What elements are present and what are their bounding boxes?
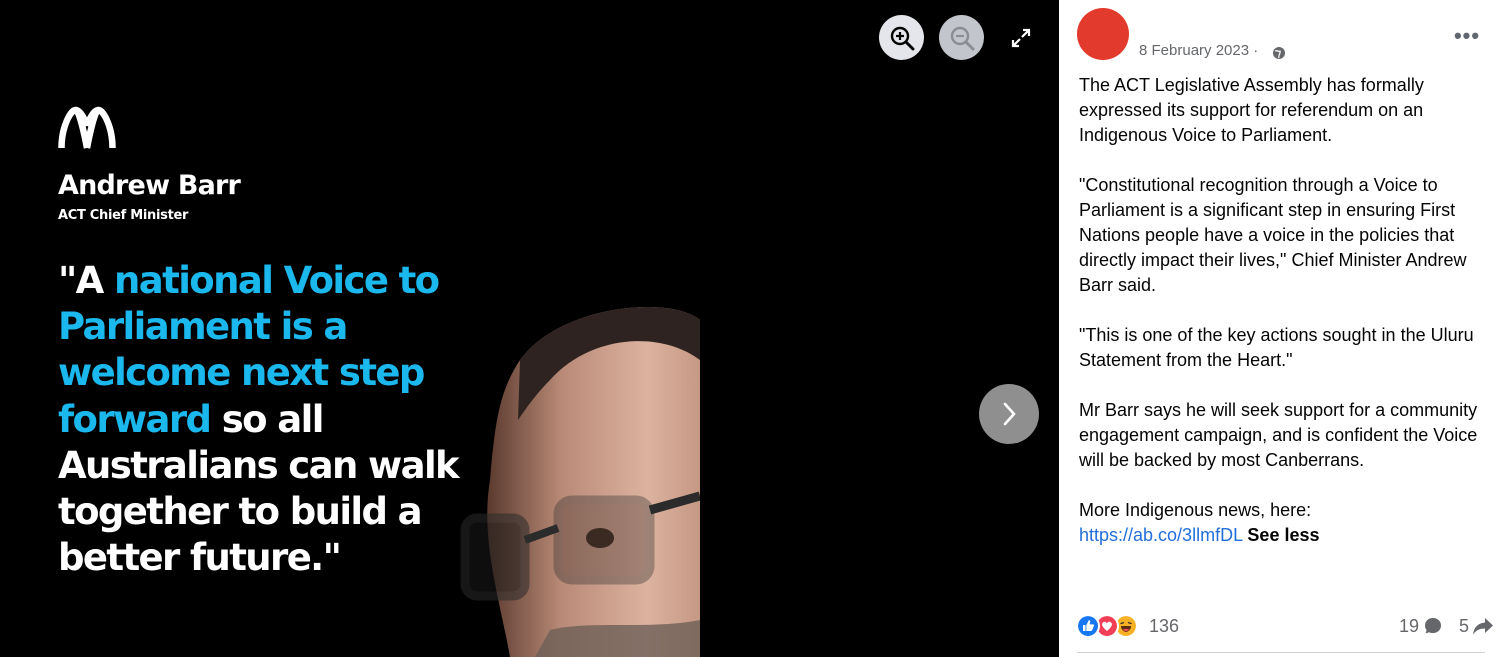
- post-timestamp[interactable]: 8 February 2023 ·: [1139, 42, 1258, 59]
- chevron-right-icon: [1003, 402, 1016, 426]
- post-header: 8 February 2023 · •••: [1059, 0, 1503, 70]
- reaction-count[interactable]: 136: [1149, 616, 1179, 637]
- post-paragraph: "This is one of the key actions sought i…: [1079, 325, 1474, 370]
- quote-part-1: "A: [58, 259, 114, 302]
- post-paragraph: Mr Barr says he will seek support for a …: [1079, 400, 1478, 470]
- abc-logo: [58, 106, 116, 149]
- zoom-out-button[interactable]: [939, 15, 984, 60]
- see-less-button[interactable]: See less: [1247, 525, 1319, 545]
- share-count[interactable]: 5: [1459, 616, 1469, 637]
- post-paragraph: The ACT Legislative Assembly has formall…: [1079, 75, 1424, 145]
- comment-icon: [1425, 618, 1441, 634]
- fullscreen-icon: [1011, 28, 1031, 48]
- portrait-photo: [460, 307, 700, 657]
- more-news-label: More Indigenous news, here:: [1079, 500, 1312, 520]
- reaction-icons[interactable]: [1076, 614, 1140, 638]
- post-link[interactable]: https://ab.co/3llmfDL: [1079, 525, 1242, 545]
- post-link-line: https://ab.co/3llmfDL See less: [1079, 523, 1494, 548]
- comment-count[interactable]: 19: [1399, 616, 1419, 637]
- share-icon: [1473, 618, 1493, 635]
- reactions-bar: 136 19 5: [1059, 608, 1503, 644]
- globe-icon: [1273, 47, 1285, 59]
- post-panel: 8 February 2023 · ••• The ACT Legislativ…: [1059, 0, 1503, 657]
- post-text: The ACT Legislative Assembly has formall…: [1079, 73, 1494, 548]
- zoom-in-button[interactable]: [879, 15, 924, 60]
- next-photo-button[interactable]: [979, 384, 1039, 444]
- more-options-button[interactable]: •••: [1453, 22, 1481, 50]
- speaker-role: ACT Chief Minister: [58, 208, 189, 223]
- media-viewer: Andrew Barr ACT Chief Minister "A nation…: [0, 0, 1059, 657]
- like-icon: [1076, 614, 1100, 638]
- zoom-out-icon: [950, 26, 974, 50]
- speaker-name: Andrew Barr: [58, 170, 241, 201]
- avatar[interactable]: [1077, 8, 1129, 60]
- post-image: Andrew Barr ACT Chief Minister "A nation…: [0, 0, 700, 657]
- fullscreen-button[interactable]: [1003, 20, 1039, 56]
- post-paragraph: "Constitutional recognition through a Vo…: [1079, 175, 1467, 295]
- zoom-in-icon: [890, 26, 914, 50]
- divider: [1077, 652, 1485, 653]
